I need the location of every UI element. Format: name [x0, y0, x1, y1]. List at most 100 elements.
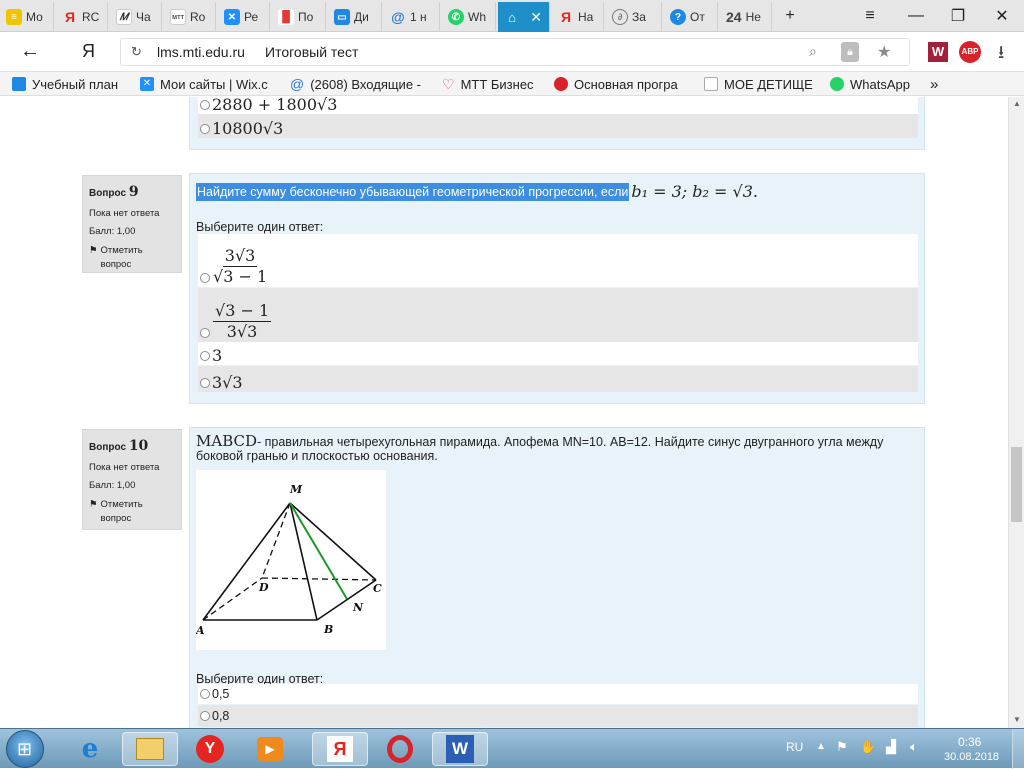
clock-time[interactable]: 0:36 — [958, 735, 981, 749]
yandex-logo-icon[interactable]: Я — [82, 41, 95, 62]
choose-answer-label: Выберите один ответ: — [196, 220, 324, 234]
bookmark-star-icon[interactable]: ★ — [877, 42, 891, 62]
language-indicator[interactable]: RU — [786, 740, 803, 754]
bookmark-item[interactable]: WhatsApp — [830, 75, 910, 93]
flag-question-link[interactable]: ⚑ Отметить вопрос — [89, 244, 175, 273]
show-desktop-button[interactable] — [1012, 729, 1024, 769]
close-window-button[interactable]: ✕ — [982, 0, 1022, 32]
adblock-icon[interactable]: ABP — [959, 41, 981, 63]
radio-button[interactable] — [200, 273, 210, 283]
radio-button[interactable] — [200, 689, 210, 699]
tab-6[interactable]: ▐▌ По — [272, 2, 326, 32]
taskbar-ie[interactable]: e — [62, 732, 118, 766]
address-toolbar: ← Я ↻ lms.mti.edu.ru Итоговый тест ⌕ 🔒︎ … — [0, 32, 1024, 72]
tab-2[interactable]: Я RC — [56, 2, 108, 32]
clock-date[interactable]: 30.08.2018 — [944, 751, 999, 763]
answer-option[interactable]: 2880 + 1800√3 — [198, 97, 918, 114]
radio-button[interactable] — [200, 711, 210, 721]
tab-13[interactable]: ? От — [664, 2, 718, 32]
chat-icon: ▭ — [334, 9, 350, 25]
mtt-icon: 𝑀 — [116, 9, 132, 25]
bookmark-item[interactable]: @ (2608) Входящие - — [290, 75, 421, 93]
answer-option[interactable]: √3 − 1 3√3 — [198, 288, 918, 342]
bookmark-item[interactable]: МОЕ ДЕТИЩЕ — [704, 75, 813, 93]
tab-4[interactable]: мтт Ro — [164, 2, 216, 32]
menu-button[interactable]: ≡ — [850, 0, 890, 32]
page-scrollbar[interactable]: ▲ ▼ — [1008, 97, 1024, 728]
vertex-label-c: C — [373, 582, 382, 595]
mail-icon: @ — [391, 9, 405, 25]
new-tab-button[interactable]: + — [770, 0, 810, 32]
taskbar-explorer[interactable] — [122, 732, 178, 766]
taskbar-yandex-browser[interactable]: Y — [182, 732, 238, 766]
radio-button[interactable] — [200, 124, 210, 134]
tab-active[interactable]: ⌂ ✕ — [498, 2, 550, 32]
tab-5[interactable]: ✕ Ре — [218, 2, 270, 32]
bookmarks-more-button[interactable]: » — [930, 75, 938, 93]
search-icon[interactable]: ⌕ — [809, 43, 817, 60]
taskbar-yandex[interactable]: Я — [312, 732, 368, 766]
download-icon[interactable]: ⭳ — [998, 40, 1004, 70]
folder-icon — [136, 738, 164, 760]
tab-14[interactable]: 24 Не — [720, 2, 772, 32]
maximize-button[interactable]: ❐ — [938, 0, 978, 32]
start-button[interactable]: ⊞ — [6, 730, 44, 768]
vertex-label-a: A — [196, 624, 205, 637]
radio-button[interactable] — [200, 328, 210, 338]
close-icon: ✕ — [995, 8, 1009, 25]
bookmark-item[interactable]: ♡ МТТ Бизнес — [442, 75, 534, 93]
yandex-icon: Я — [64, 9, 76, 25]
tab-9[interactable]: ✆ Wh — [442, 2, 496, 32]
close-tab-icon[interactable]: ✕ — [530, 9, 542, 26]
scroll-up-icon[interactable]: ▲ — [1013, 99, 1021, 108]
radio-button[interactable] — [200, 351, 210, 361]
scroll-down-icon[interactable]: ▼ — [1013, 715, 1021, 724]
network-icon[interactable]: ▟ — [886, 739, 896, 755]
question-icon: ? — [670, 9, 686, 25]
previous-question-box: 2880 + 1800√3 10800√3 — [189, 97, 925, 150]
action-center-icon[interactable]: ⚑ — [836, 739, 848, 755]
tray-expand-icon[interactable]: ▲ — [816, 741, 826, 752]
question-score: Балл: 1,00 — [89, 226, 136, 238]
radio-button[interactable] — [200, 378, 210, 388]
tab-11[interactable]: Я На — [552, 2, 604, 32]
tab-1[interactable]: ≡ Мо — [0, 2, 54, 32]
tab-3[interactable]: 𝑀 Ча — [110, 2, 162, 32]
word-icon: W — [446, 735, 474, 763]
answer-option[interactable]: 0,5 — [198, 684, 918, 704]
answer-option[interactable]: 3 — [198, 342, 918, 365]
scrollbar-thumb[interactable] — [1011, 447, 1022, 522]
heart-icon: ♡ — [442, 75, 455, 92]
lock-icon[interactable]: 🔒︎ — [841, 42, 859, 62]
tab-8[interactable]: @1 н — [384, 2, 440, 32]
question-score: Балл: 1,00 — [89, 480, 136, 492]
reload-icon[interactable]: ↻ — [131, 44, 142, 60]
word-extension-icon[interactable]: W — [928, 42, 948, 62]
bookmark-item[interactable]: ✕ Мои сайты | Wix.c — [140, 75, 268, 93]
taskbar-word[interactable]: W — [432, 732, 488, 766]
url-field[interactable]: ↻ lms.mti.edu.ru Итоговый тест ⌕ 🔒︎ ★ — [120, 38, 910, 66]
tray-app-icon[interactable]: ✋ — [860, 739, 876, 755]
chart-icon: ▐▌ — [278, 9, 294, 25]
whatsapp-icon — [830, 77, 844, 91]
question-formula: b₁ = 3; b₂ = √3. — [631, 182, 758, 201]
answer-option[interactable]: 3√3 — [198, 366, 918, 392]
answer-option[interactable]: 0,8 — [198, 705, 918, 727]
back-arrow-icon[interactable]: ← — [20, 40, 40, 63]
page-content: 2880 + 1800√3 10800√3 Вопрос 9 Пока нет … — [0, 97, 1008, 728]
notes-icon: ≡ — [6, 9, 22, 25]
tab-strip: ≡ Мо Я RC 𝑀 Ча мтт Ro ✕ Ре ▐▌ По ▭ Ди @1 н ✆ Wh … — [0, 0, 1024, 32]
taskbar-media[interactable]: ▶ — [242, 732, 298, 766]
answer-option[interactable]: 3√3 √3 − 1 — [198, 234, 918, 287]
volume-icon[interactable]: 🔈︎ — [910, 739, 918, 755]
moodle-icon — [12, 77, 26, 91]
bookmark-item[interactable]: Учебный план — [12, 75, 118, 93]
radio-button[interactable] — [200, 100, 210, 110]
flag-question-link[interactable]: ⚑ Отметить вопрос — [89, 498, 175, 527]
tab-7[interactable]: ▭ Ди — [328, 2, 382, 32]
answer-option[interactable]: 10800√3 — [198, 114, 918, 138]
taskbar-opera[interactable] — [372, 732, 428, 766]
tab-12[interactable]: ∂ За — [606, 2, 662, 32]
minimize-button[interactable]: — — [896, 0, 936, 32]
bookmark-item[interactable]: Основная програ — [554, 75, 678, 93]
